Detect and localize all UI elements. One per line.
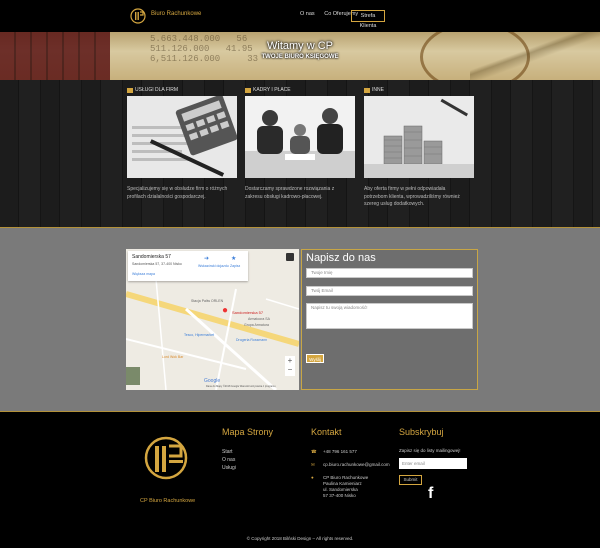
sitemap-title: Mapa Strony xyxy=(222,427,274,437)
email-field[interactable]: Twój Email xyxy=(306,286,473,296)
phone-icon: ☎ xyxy=(311,449,317,454)
zoom-controls[interactable]: + − xyxy=(285,356,295,376)
save-link[interactable]: Zapisz xyxy=(230,264,240,268)
folder-icon xyxy=(127,87,133,93)
map-poi: Grupa Armatura xyxy=(244,323,269,327)
contact-title: Kontakt xyxy=(311,427,342,437)
service-card-companies: USŁUGI DLA FIRM Specjalizujemy się w obs… xyxy=(127,86,237,201)
phone-number[interactable]: +48 796 161 577 xyxy=(323,449,357,455)
email-address[interactable]: cp.biuro.rachunkowe@gmail.com xyxy=(323,462,390,468)
hero-title: Witamy w CP xyxy=(267,40,333,52)
address-block: CP Biuro Rachunkowe Paulina Kamieniarz u… xyxy=(323,475,368,499)
service-description: Aby oferta firmy w pełni odpowiadała pot… xyxy=(364,186,460,207)
service-card-other: INNE Aby oferta firmy w pełni odpowiadał… xyxy=(364,86,474,209)
star-icon[interactable]: ★ xyxy=(231,255,236,262)
top-nav: Biuro Rachunkowe O nas Co Oferujemy Stre… xyxy=(0,0,600,32)
address-row: ● CP Biuro Rachunkowe Paulina Kamieniarz… xyxy=(311,475,368,499)
send-button[interactable]: Wyślij xyxy=(306,354,324,363)
map-poi: Armatoora SA xyxy=(248,317,270,321)
footer-brand: CP Biuro Rachunkowe xyxy=(140,498,196,504)
hero-subtitle: TWOJE BIURO KSIĘGOWE xyxy=(261,54,339,60)
service-title: USŁUGI DLA FIRM xyxy=(135,87,179,93)
sitemap-link-about[interactable]: O nas xyxy=(222,456,236,464)
contact-section: Sandomierska 57 Sandomierska 57, 37-400 … xyxy=(0,227,600,412)
map-poi: Drogeria Rossmann xyxy=(236,338,268,342)
envelope-icon: ✉ xyxy=(311,462,315,467)
service-description: Specjalizujemy się w obsłudze firm o róż… xyxy=(127,186,228,200)
subscribe-title: Subskrybuj xyxy=(399,427,444,437)
folder-icon xyxy=(364,87,370,93)
message-field[interactable]: Napisz tu swoją wiadomość! xyxy=(306,303,473,329)
map-poi: Stacja Paliw ORLEN xyxy=(191,299,224,303)
sitemap-link-start[interactable]: Start xyxy=(222,448,236,456)
map-place-name: Sandomierska 57 xyxy=(132,254,171,260)
map-info-card: Sandomierska 57 Sandomierska 57, 37-400 … xyxy=(128,251,248,281)
fullscreen-icon[interactable] xyxy=(286,253,294,261)
client-zone-button[interactable]: Strefa Klienta xyxy=(351,10,385,29)
directions-icon[interactable]: ➜ xyxy=(204,255,209,262)
larger-map-link[interactable]: Większa mapa xyxy=(132,272,155,276)
form-title: Napisz do nas xyxy=(306,252,376,264)
location-pin-icon: ● xyxy=(311,475,314,480)
google-logo: Google xyxy=(204,378,221,384)
brand-name[interactable]: Biuro Rachunkowe xyxy=(151,11,201,17)
service-image-meeting xyxy=(245,96,355,178)
service-description: Dostarczamy sprawdzone rozwiązania z zak… xyxy=(245,186,335,200)
subscribe-email-input[interactable]: Enter email xyxy=(399,458,467,469)
sitemap-link-services[interactable]: Usługi xyxy=(222,464,236,472)
folder-icon xyxy=(245,87,251,93)
contact-form: Napisz do nas Twoje Imię Twój Email Napi… xyxy=(301,249,478,390)
service-image-calculator xyxy=(127,96,237,178)
footer-logo-icon xyxy=(144,436,188,480)
service-title: INNE xyxy=(372,87,384,93)
footer: CP Biuro Rachunkowe Mapa Strony Start O … xyxy=(0,412,600,548)
directions-link[interactable]: Wskazówki dojazdu xyxy=(198,264,229,268)
map-footer-text: Dane do Mapy ©2018 Google Warunki korzys… xyxy=(206,385,276,388)
map-marker-label: Sandomierska 57 xyxy=(232,310,264,315)
nav-link-about[interactable]: O nas xyxy=(300,11,315,17)
service-image-coins xyxy=(364,96,474,178)
map-address: Sandomierska 57, 37-400 Nisko xyxy=(132,262,182,266)
copyright: © Copyright 2018 Bilński Design – All ri… xyxy=(246,536,354,541)
address-line: 57 37-400 Nisko xyxy=(323,493,356,498)
service-title: KADRY I PŁACE xyxy=(253,87,291,93)
name-field[interactable]: Twoje Imię xyxy=(306,268,473,278)
services-section: USŁUGI DLA FIRM Specjalizujemy się w obs… xyxy=(0,80,600,227)
map-marker-icon[interactable]: ● xyxy=(222,305,228,316)
logo-icon[interactable] xyxy=(130,8,146,24)
map-poi: Lord Wok Bar xyxy=(162,355,184,359)
subscribe-button[interactable]: Submit xyxy=(399,475,422,485)
google-map[interactable]: Sandomierska 57 Sandomierska 57, 37-400 … xyxy=(126,249,299,390)
sitemap-list: Start O nas Usługi xyxy=(222,448,236,472)
map-poi: Tesco, Hipermarket xyxy=(184,333,215,337)
phone-row: ☎ +48 796 161 577 xyxy=(311,449,357,455)
email-row: ✉ cp.biuro.rachunkowe@gmail.com xyxy=(311,462,390,468)
subscribe-text: Zapisz się do listy mailingowej! xyxy=(399,448,461,453)
facebook-icon[interactable]: f xyxy=(428,485,433,503)
service-card-payroll: KADRY I PŁACE Dostarczamy sprawdzone roz… xyxy=(245,86,355,201)
